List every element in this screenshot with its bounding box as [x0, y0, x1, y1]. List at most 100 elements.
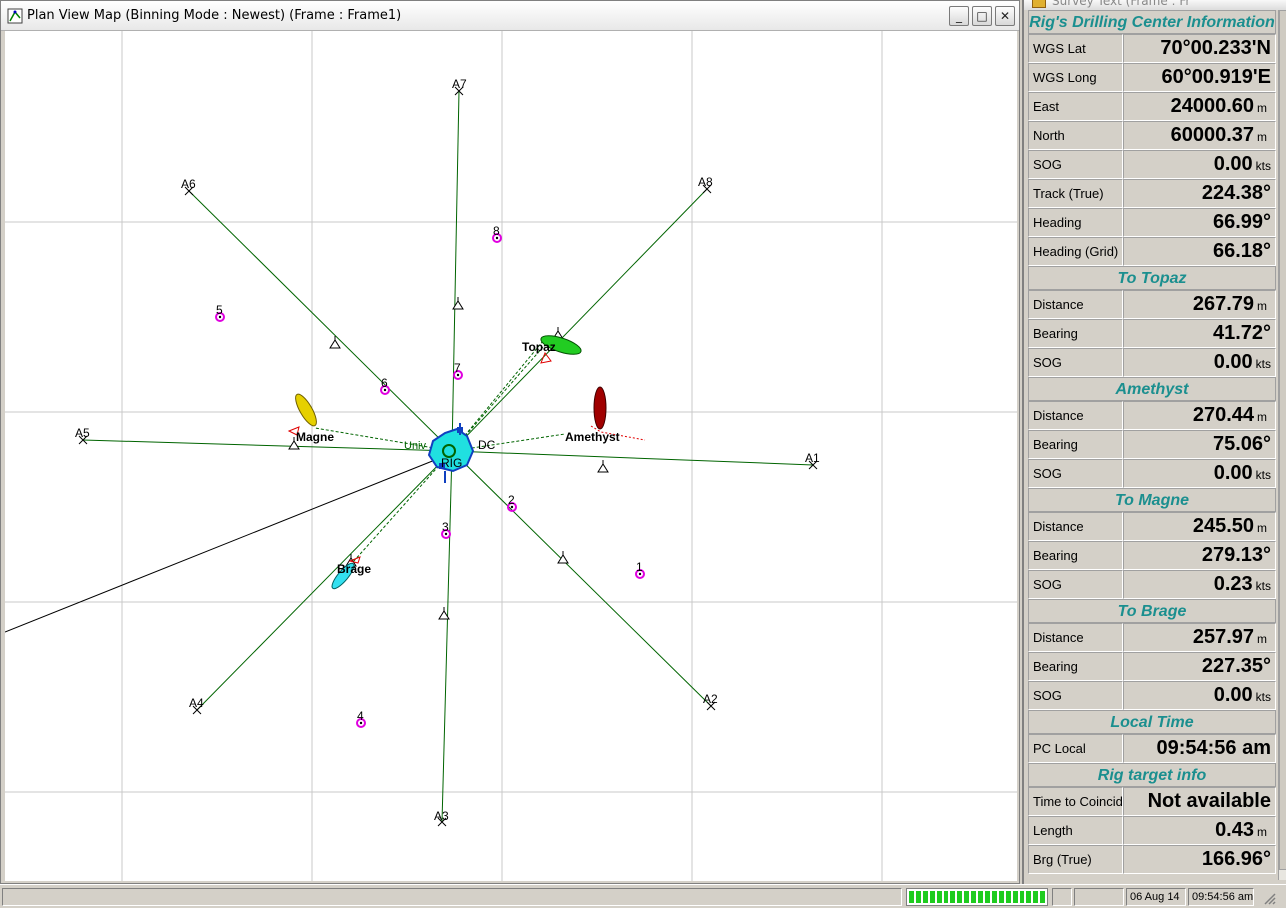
info-row: Brg (True) 166.96°: [1028, 845, 1276, 874]
target-label-1: 1: [636, 560, 643, 574]
info-row: PC Local 09:54:56 am: [1028, 734, 1276, 763]
info-row: SOG 0.00 kts: [1028, 459, 1276, 488]
info-row: Heading (Grid) 66.18°: [1028, 237, 1276, 266]
range-line-brage: [344, 450, 453, 572]
target-label-7: 7: [454, 361, 461, 375]
info-scrollbar-thumb[interactable]: [1279, 10, 1286, 870]
anchor-label-a7: A7: [452, 77, 467, 91]
section-header: Rig target info: [1028, 763, 1276, 787]
info-row-value: 0.23 kts: [1123, 570, 1276, 599]
anchor-label-a3: A3: [434, 809, 449, 823]
info-row-value: 60°00.919'E: [1123, 63, 1276, 92]
minimize-button[interactable]: _: [949, 6, 969, 26]
info-value-number: 60°00.919'E: [1161, 66, 1271, 88]
maximize-button[interactable]: □: [972, 6, 992, 26]
info-scrollbar[interactable]: [1278, 10, 1286, 880]
mooring-line-a1: [451, 450, 814, 466]
vessel-amethyst-hull-icon: [593, 386, 607, 430]
map-plot[interactable]: A1 A2 A3 A4 A5 A6 A7 A8 1 2 3 4 5 6 7 8 …: [5, 31, 1017, 881]
progress-block: [998, 891, 1004, 903]
status-pane: [1052, 888, 1072, 906]
info-row-value: 24000.60 m: [1123, 92, 1276, 121]
info-row-value: 41.72°: [1123, 319, 1276, 348]
info-row: East 24000.60 m: [1028, 92, 1276, 121]
target-label-3: 3: [442, 520, 449, 534]
info-value-number: 0.00: [1213, 351, 1253, 373]
info-row-label: Distance: [1028, 623, 1123, 652]
track-line: [5, 455, 446, 633]
info-row: SOG 0.00 kts: [1028, 681, 1276, 710]
target-centers: [218, 236, 642, 725]
info-value-number: 0.00: [1213, 153, 1253, 175]
survey-window-icon: [1032, 0, 1046, 8]
info-row: SOG 0.00 kts: [1028, 150, 1276, 179]
map-titlebar[interactable]: Plan View Map (Binning Mode : Newest) (F…: [1, 1, 1019, 31]
info-value-number: Not available: [1147, 790, 1271, 812]
survey-text-window: Survey Text (Frame : Fr Rig's Drilling C…: [1022, 0, 1286, 884]
status-message-pane: [2, 888, 902, 906]
info-value-unit: m: [1257, 130, 1267, 144]
info-row-value: 60000.37 m: [1123, 121, 1276, 150]
info-row-value: 66.99°: [1123, 208, 1276, 237]
status-date: 06 Aug 14: [1126, 888, 1186, 906]
progress-block: [991, 891, 997, 903]
info-row-label: Bearing: [1028, 541, 1123, 570]
info-row-value: 66.18°: [1123, 237, 1276, 266]
info-row: Bearing 41.72°: [1028, 319, 1276, 348]
resize-grip-icon[interactable]: [1262, 891, 1276, 905]
info-value-unit: m: [1257, 825, 1267, 839]
info-row-label: SOG: [1028, 348, 1123, 377]
rig-marker[interactable]: RIG Univ DC: [404, 423, 496, 483]
progress-block: [978, 891, 983, 903]
target-label-2: 2: [508, 493, 515, 507]
info-value-number: 24000.60: [1170, 95, 1254, 117]
info-row-value: 279.13°: [1123, 541, 1276, 570]
info-row-label: WGS Long: [1028, 63, 1123, 92]
info-row-value: 0.00 kts: [1123, 681, 1276, 710]
info-value-number: 270.44: [1192, 404, 1254, 426]
progress-block: [1033, 891, 1039, 903]
range-line-topaz: [451, 338, 551, 452]
info-value-number: 245.50: [1192, 515, 1254, 537]
survey-info-table: Rig's Drilling Center Information WGS Lat…: [1028, 10, 1276, 874]
rig-label-dc: DC: [478, 438, 496, 452]
target-label-6: 6: [381, 376, 388, 390]
info-value-number: 166.96°: [1201, 848, 1271, 870]
vessel-topaz[interactable]: Topaz: [522, 332, 583, 364]
info-row-value: 75.06°: [1123, 430, 1276, 459]
close-button[interactable]: ✕: [995, 6, 1015, 26]
buoy-icon[interactable]: [597, 460, 609, 473]
vessel-magne-hull-icon: [295, 393, 317, 427]
info-row-label: Track (True): [1028, 179, 1123, 208]
mooring-line-a3: [441, 450, 453, 823]
progress-block: [909, 891, 914, 903]
plan-view-map-canvas[interactable]: A1 A2 A3 A4 A5 A6 A7 A8 1 2 3 4 5 6 7 8 …: [5, 31, 1017, 881]
info-row-value: 257.97 m: [1123, 623, 1276, 652]
info-row-value: 270.44 m: [1123, 401, 1276, 430]
progress-block: [1026, 891, 1032, 903]
status-pane: [1074, 888, 1124, 906]
anchor-label-a6: A6: [181, 177, 196, 191]
info-value-number: 0.23: [1213, 573, 1253, 595]
info-value-unit: m: [1257, 299, 1267, 313]
section-header: Rig's Drilling Center Information: [1028, 10, 1276, 34]
section-header: Local Time: [1028, 710, 1276, 734]
vessel-label-rig: RIG: [441, 456, 462, 470]
buoy-icon[interactable]: [329, 336, 341, 349]
map-window-title: Plan View Map (Binning Mode : Newest) (F…: [27, 8, 402, 23]
info-value-number: 227.35°: [1201, 655, 1271, 677]
target-markers: [215, 233, 645, 728]
progress-block: [1012, 891, 1018, 903]
vessel-amethyst[interactable]: Amethyst: [565, 386, 646, 444]
progress-block: [936, 891, 942, 903]
info-row-label: Brg (True): [1028, 845, 1123, 874]
anchor-label-a8: A8: [698, 175, 713, 189]
survey-text-titlebar[interactable]: Survey Text (Frame : Fr: [1024, 0, 1286, 10]
section-header: To Magne: [1028, 488, 1276, 512]
anchor-label-a1: A1: [805, 451, 820, 465]
progress-block: [929, 891, 935, 903]
info-row: WGS Lat 70°00.233'N: [1028, 34, 1276, 63]
vessel-brage[interactable]: Brage: [329, 556, 371, 591]
progress-block: [915, 891, 921, 903]
section-header: To Brage: [1028, 599, 1276, 623]
